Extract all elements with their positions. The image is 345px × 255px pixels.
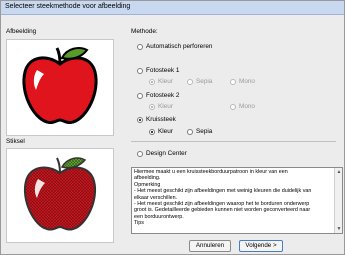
label-kruis-kleur: Kleur <box>158 128 173 135</box>
stitch-preview <box>6 148 114 243</box>
radio-kruis-kleur[interactable] <box>149 129 155 135</box>
label-fotosteek1: Fotosteek 1 <box>146 67 180 74</box>
radio-kruis-sepia[interactable] <box>187 129 193 135</box>
description-line: groot is. Gedetailleerde gebieden kunnen… <box>134 207 311 214</box>
radio-foto1-sepia[interactable] <box>187 79 193 85</box>
title-bar: Selecteer steekmethode voor afbeelding <box>1 1 344 15</box>
original-image-preview <box>6 39 114 136</box>
description-line: - Het meest geschikt zijn afbeeldingen m… <box>134 188 312 195</box>
dialog-title: Selecteer steekmethode voor afbeelding <box>5 3 131 10</box>
cross-stitch-apple-image <box>23 157 97 231</box>
label-foto1-sepia: Sepia <box>196 78 213 85</box>
radio-foto1-kleur[interactable] <box>149 79 155 85</box>
description-scrollbar[interactable]: ▲ ▼ <box>334 168 342 233</box>
label-fotosteek2: Fotosteek 2 <box>146 92 180 99</box>
next-button[interactable]: Volgende > <box>239 240 283 252</box>
radio-auto[interactable] <box>137 44 143 50</box>
label-kruis-sepia: Sepia <box>196 128 213 135</box>
description-text: Hiermee maakt u een kruissteekborduurpat… <box>134 169 332 227</box>
label-foto1-mono: Mono <box>239 78 255 85</box>
afbeelding-label: Afbeelding <box>6 28 37 35</box>
radio-fotosteek2[interactable] <box>137 93 143 99</box>
methode-label: Methode: <box>131 28 158 35</box>
radio-foto1-mono[interactable] <box>230 79 236 85</box>
cancel-button[interactable]: Annuleren <box>189 240 231 252</box>
label-kruissteek: Kruissteek <box>146 116 176 123</box>
radio-kruissteek[interactable] <box>137 117 143 123</box>
dialog-window: Selecteer steekmethode voor afbeelding A… <box>0 0 345 255</box>
scroll-down-icon[interactable]: ▼ <box>336 226 342 232</box>
steeksel-label: Stiksel <box>6 138 25 145</box>
separator <box>131 141 336 142</box>
radio-fotosteek1[interactable] <box>137 68 143 74</box>
radio-foto2-mono[interactable] <box>230 104 236 110</box>
description-textbox[interactable]: Hiermee maakt u een kruissteekborduurpat… <box>131 167 343 234</box>
label-design-center: Design Center <box>146 150 187 157</box>
radio-design-center[interactable] <box>137 151 143 157</box>
scroll-up-icon[interactable]: ▲ <box>336 169 342 175</box>
description-line: Tips <box>134 220 144 227</box>
label-auto: Automatisch perforeren <box>146 43 213 50</box>
apple-image <box>22 47 98 125</box>
label-foto2-kleur: Kleur <box>158 103 173 110</box>
label-foto2-mono: Mono <box>239 103 255 110</box>
label-foto1-kleur: Kleur <box>158 78 173 85</box>
radio-foto2-kleur[interactable] <box>149 104 155 110</box>
